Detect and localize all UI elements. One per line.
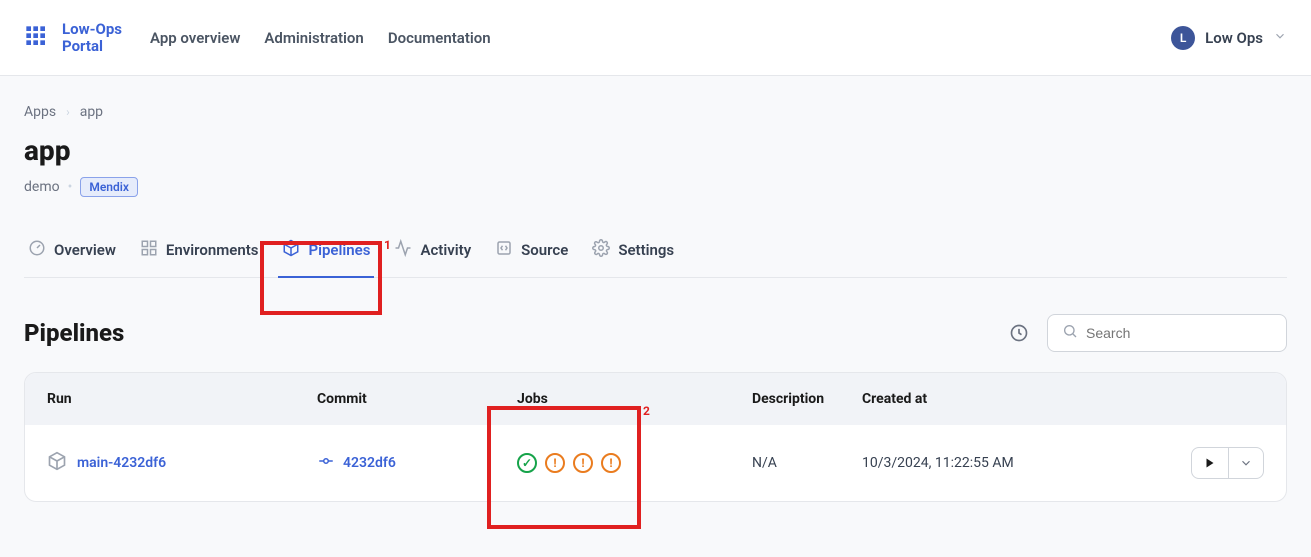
separator-dot: • [68, 179, 73, 195]
run-link[interactable]: main-4232df6 [77, 455, 166, 471]
tab-label: Source [521, 241, 568, 259]
tab-label: Overview [54, 241, 116, 259]
owner-label: demo [24, 179, 60, 195]
refresh-button[interactable] [1003, 317, 1035, 349]
tab-environments[interactable]: Environments [136, 229, 263, 277]
th-run: Run [47, 391, 317, 407]
header-left: Low-Ops Portal App overview Administrati… [24, 21, 491, 54]
annotation-label-1: 1 [384, 238, 391, 252]
job-status-warn-icon[interactable]: ! [545, 453, 565, 473]
row-menu-button[interactable] [1229, 448, 1263, 478]
chevron-down-icon [1273, 28, 1287, 47]
tab-overview[interactable]: Overview [24, 229, 120, 277]
section-header: Pipelines [24, 314, 1287, 352]
th-commit: Commit [317, 391, 517, 407]
top-header: Low-Ops Portal App overview Administrati… [0, 0, 1311, 76]
commit-hash: 4232df6 [343, 455, 396, 471]
logo[interactable]: Low-Ops Portal [24, 21, 122, 54]
tab-activity[interactable]: Activity [390, 229, 475, 277]
user-name: Low Ops [1205, 29, 1263, 47]
pipelines-table: Run Commit Jobs Description Created at m… [24, 372, 1287, 502]
th-created: Created at [862, 391, 1184, 407]
nav-documentation[interactable]: Documentation [388, 29, 491, 47]
breadcrumb-root[interactable]: Apps [24, 104, 56, 120]
grid-icon [140, 239, 158, 261]
search-icon [1062, 323, 1078, 343]
section-actions [1003, 314, 1287, 352]
row-action-button [1191, 447, 1264, 479]
breadcrumb-sep-icon: › [66, 105, 70, 119]
logo-text: Low-Ops Portal [62, 21, 122, 54]
tab-label: Activity [420, 241, 471, 259]
tab-pipelines[interactable]: Pipelines [278, 229, 374, 277]
table-row: main-4232df6 4232df6 ✓ ! ! ! N/A 10/3/20… [25, 425, 1286, 501]
annotation-label-2: 2 [643, 404, 650, 418]
cell-actions [1184, 447, 1264, 479]
logo-icon [24, 24, 52, 52]
refresh-icon [1009, 323, 1029, 343]
th-description: Description [752, 391, 862, 407]
cell-created: 10/3/2024, 11:22:55 AM [862, 455, 1184, 471]
tab-label: Environments [166, 241, 259, 259]
section-title: Pipelines [24, 319, 124, 347]
job-status-warn-icon[interactable]: ! [601, 453, 621, 473]
job-status-warn-icon[interactable]: ! [573, 453, 593, 473]
tab-label: Pipelines [308, 241, 370, 259]
main-content: Apps › app app demo • Mendix Overview En… [0, 76, 1311, 530]
search-input-wrap[interactable] [1047, 314, 1287, 352]
tab-settings[interactable]: Settings [588, 229, 678, 277]
speedometer-icon [28, 239, 46, 261]
page-subtitle: demo • Mendix [24, 177, 1287, 197]
activity-icon [394, 239, 412, 261]
top-nav: App overview Administration Documentatio… [150, 29, 491, 47]
tab-source[interactable]: Source [491, 229, 572, 277]
commit-icon [317, 452, 335, 474]
play-button[interactable] [1192, 448, 1229, 478]
breadcrumb: Apps › app [24, 104, 1287, 120]
cell-commit[interactable]: 4232df6 [317, 452, 517, 474]
th-jobs: Jobs [517, 391, 752, 407]
user-menu[interactable]: L Low Ops [1171, 26, 1287, 50]
gear-icon [592, 239, 610, 261]
avatar: L [1171, 26, 1195, 50]
search-input[interactable] [1086, 325, 1272, 341]
nav-administration[interactable]: Administration [264, 29, 363, 47]
cell-jobs: ✓ ! ! ! [517, 453, 752, 473]
nav-app-overview[interactable]: App overview [150, 29, 240, 47]
tabs: Overview Environments Pipelines Activity… [24, 229, 1287, 278]
job-status-success-icon[interactable]: ✓ [517, 453, 537, 473]
tab-label: Settings [618, 241, 674, 259]
tech-badge: Mendix [80, 177, 138, 197]
breadcrumb-current: app [80, 104, 103, 120]
cube-icon [282, 239, 300, 261]
cube-icon [47, 451, 67, 475]
cell-run: main-4232df6 [47, 451, 317, 475]
play-icon [1204, 457, 1216, 469]
table-header-row: Run Commit Jobs Description Created at [25, 373, 1286, 425]
page-title: app [24, 134, 1287, 167]
chevron-down-icon [1239, 456, 1253, 470]
source-icon [495, 239, 513, 261]
th-actions [1184, 391, 1264, 407]
cell-description: N/A [752, 455, 862, 471]
